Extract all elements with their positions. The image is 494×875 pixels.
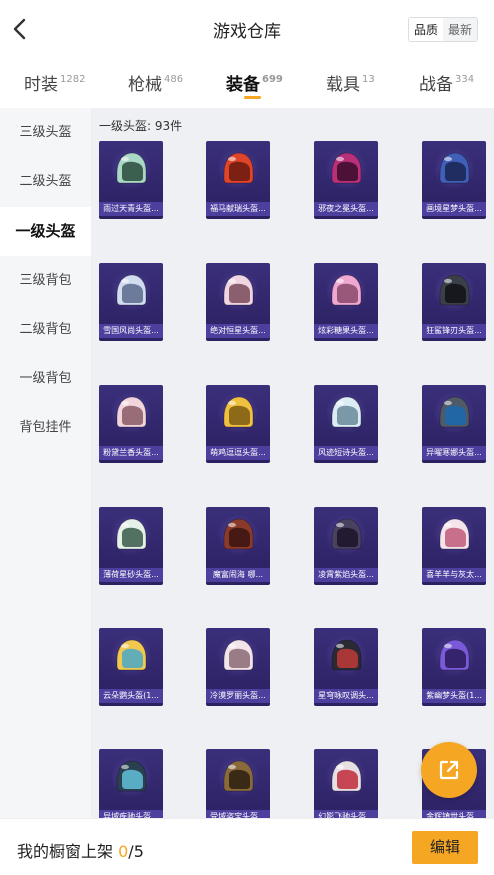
section-count-label: 一级头盔: 93件 — [99, 119, 183, 133]
helmet-icon — [439, 274, 470, 306]
helmet-icon — [331, 639, 362, 671]
showcase-label: 我的橱窗上架 — [17, 842, 114, 861]
sort-latest-button[interactable]: 最新 — [442, 18, 477, 41]
item-card[interactable]: 萌鸡逗逗头盔... — [206, 385, 270, 463]
item-name: 萌鸡逗逗头盔... — [206, 446, 270, 460]
showcase-total-count: /5 — [128, 842, 144, 861]
bottom-bar: 我的橱窗上架 0/5 编辑 — [0, 818, 494, 875]
item-name: 粉黛兰香头盔... — [99, 446, 163, 460]
item-name: 冷漠罗丽头盔... — [206, 689, 270, 703]
helmet-icon — [116, 152, 147, 184]
helmet-icon — [223, 760, 254, 792]
item-name: 云朵鹦头盔(1... — [99, 689, 163, 703]
item-name: 狂鲨锋刃头盔... — [422, 324, 486, 338]
sidebar-item-backpack-lv1[interactable]: 一级背包 — [0, 354, 91, 403]
share-button[interactable] — [421, 742, 477, 798]
tab-fashion[interactable]: 时装 1282 — [24, 70, 85, 95]
helmet-icon — [116, 274, 147, 306]
item-card[interactable]: 雪国风尚头盔... — [99, 263, 163, 341]
item-card[interactable]: 邪夜之冕头盔... — [314, 141, 378, 219]
item-name: 幻影飞驰头盔... — [314, 810, 378, 818]
helmet-icon — [116, 760, 147, 792]
helmet-icon — [116, 639, 147, 671]
showcase-status: 我的橱窗上架 0/5 — [17, 838, 144, 862]
item-card[interactable]: 狂鲨锋刃头盔... — [422, 263, 486, 341]
item-card[interactable]: 雨过天青头盔... — [99, 141, 163, 219]
item-card[interactable]: 风迹短诗头盔... — [314, 385, 378, 463]
item-name: 福马献瑞头盔... — [206, 202, 270, 216]
item-name: 风迹短诗头盔... — [314, 446, 378, 460]
item-card[interactable]: 粉黛兰香头盔... — [99, 385, 163, 463]
item-card[interactable]: 魔富闹海 哪... — [206, 507, 270, 585]
item-card[interactable]: 喜羊羊与灰太... — [422, 507, 486, 585]
tab-equipment[interactable]: 装备 699 — [226, 70, 283, 95]
sidebar-item-backpack-lv3[interactable]: 三级背包 — [0, 256, 91, 305]
sidebar-item-helmet-lv2[interactable]: 二级头盔 — [0, 157, 91, 206]
helmet-icon — [223, 396, 254, 428]
helmet-icon — [439, 518, 470, 550]
item-name: 雪国风尚头盔... — [99, 324, 163, 338]
item-card[interactable]: 星穹咏叹调头... — [314, 628, 378, 706]
sidebar: 三级头盔 二级头盔 一级头盔 三级背包 二级背包 一级背包 背包挂件 — [0, 108, 91, 818]
item-card[interactable]: 画境星梦头盔... — [422, 141, 486, 219]
item-card[interactable]: 福马献瑞头盔... — [206, 141, 270, 219]
item-card[interactable]: 紫幽梦头盔(1... — [422, 628, 486, 706]
active-tab-indicator — [244, 96, 261, 99]
tab-vehicles[interactable]: 载具 13 — [326, 70, 375, 95]
helmet-icon — [116, 518, 147, 550]
helmet-icon — [331, 274, 362, 306]
item-name: 金辉镇世头盔... — [422, 810, 486, 818]
item-name: 魔富闹海 哪... — [206, 568, 270, 582]
helmet-icon — [439, 152, 470, 184]
tab-supplies[interactable]: 战备 334 — [419, 70, 474, 95]
sidebar-item-backpack-lv2[interactable]: 二级背包 — [0, 305, 91, 354]
item-name: 炫彩糖果头盔... — [314, 324, 378, 338]
item-name: 薄荷星砂头盔... — [99, 568, 163, 582]
item-card[interactable]: 异域疾驰头盔... — [99, 749, 163, 818]
item-card[interactable]: 冷漠罗丽头盔... — [206, 628, 270, 706]
item-name: 喜羊羊与灰太... — [422, 568, 486, 582]
item-card[interactable]: 凌霄紫焰头盔... — [314, 507, 378, 585]
item-name: 星穹咏叹调头... — [314, 689, 378, 703]
item-name: 凌霄紫焰头盔... — [314, 568, 378, 582]
item-card[interactable]: 受域盗宝头盔... — [206, 749, 270, 818]
item-name: 雨过天青头盔... — [99, 202, 163, 216]
edit-button[interactable]: 编辑 — [412, 831, 478, 864]
item-card[interactable]: 云朵鹦头盔(1... — [99, 628, 163, 706]
item-name: 异曜寒娜头盔... — [422, 446, 486, 460]
helmet-icon — [116, 396, 147, 428]
item-grid: 一级头盔: 93件 雨过天青头盔... 福马献瑞头盔... 邪夜之冕头盔... 画境星… — [91, 108, 494, 818]
header: 游戏仓库 品质 最新 — [0, 0, 494, 58]
item-name: 异域疾驰头盔... — [99, 810, 163, 818]
item-name: 紫幽梦头盔(1... — [422, 689, 486, 703]
item-name: 画境星梦头盔... — [422, 202, 486, 216]
item-card[interactable]: 异曜寒娜头盔... — [422, 385, 486, 463]
helmet-icon — [331, 518, 362, 550]
item-card[interactable]: 薄荷星砂头盔... — [99, 507, 163, 585]
item-name: 绝对恒星头盔... — [206, 324, 270, 338]
item-card[interactable]: 绝对恒星头盔... — [206, 263, 270, 341]
share-external-icon — [439, 760, 459, 780]
helmet-icon — [439, 639, 470, 671]
showcase-current-count: 0 — [118, 842, 129, 861]
helmet-icon — [223, 518, 254, 550]
sidebar-item-backpack-charm[interactable]: 背包挂件 — [0, 403, 91, 452]
item-card[interactable]: 幻影飞驰头盔... — [314, 749, 378, 818]
helmet-icon — [331, 152, 362, 184]
helmet-icon — [439, 396, 470, 428]
sort-quality-button[interactable]: 品质 — [408, 18, 443, 41]
sidebar-item-helmet-lv3[interactable]: 三级头盔 — [0, 108, 91, 157]
sidebar-item-helmet-lv1[interactable]: 一级头盔 — [0, 207, 91, 256]
helmet-icon — [331, 396, 362, 428]
helmet-icon — [223, 639, 254, 671]
tab-weapons[interactable]: 枪械 486 — [128, 70, 183, 95]
helmet-icon — [331, 760, 362, 792]
helmet-icon — [223, 274, 254, 306]
item-name: 邪夜之冕头盔... — [314, 202, 378, 216]
sort-toggle: 品质 最新 — [407, 17, 478, 42]
item-name: 受域盗宝头盔... — [206, 810, 270, 818]
item-card[interactable]: 炫彩糖果头盔... — [314, 263, 378, 341]
helmet-icon — [223, 152, 254, 184]
